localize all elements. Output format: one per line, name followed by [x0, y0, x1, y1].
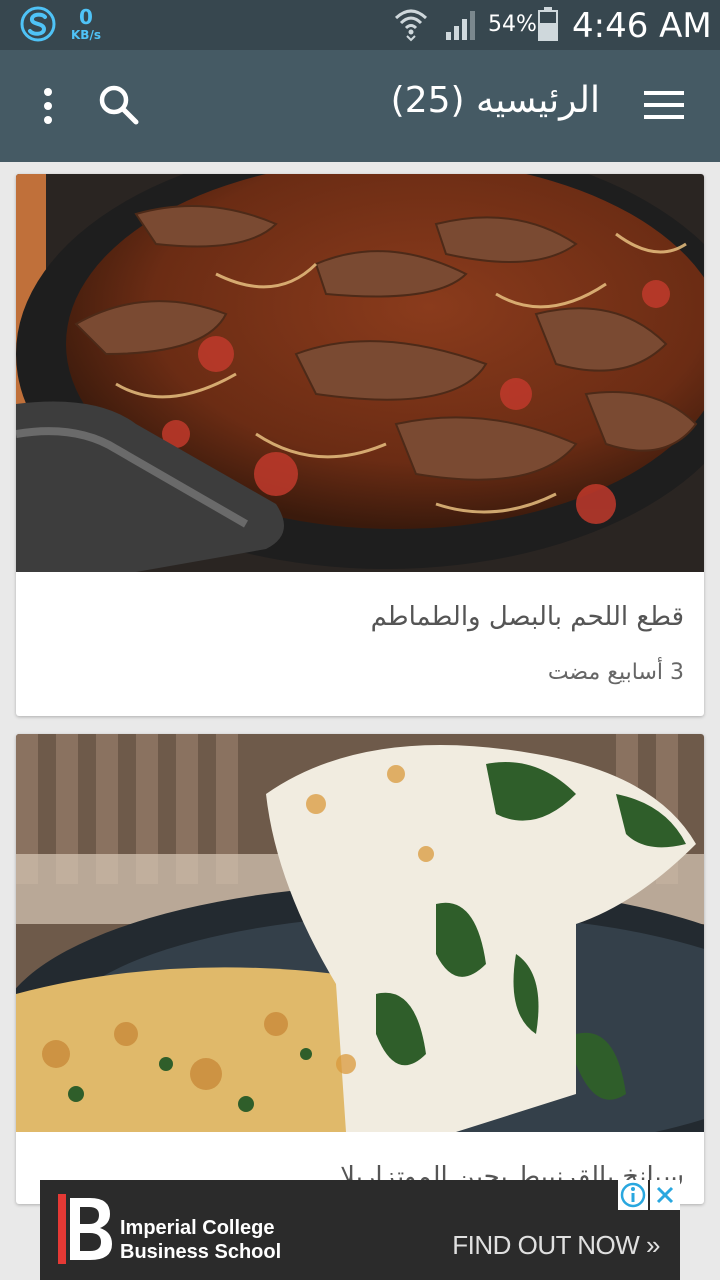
more-options-icon[interactable]	[36, 86, 60, 126]
menu-icon[interactable]	[644, 90, 684, 120]
battery-percent: 54%	[488, 12, 537, 37]
page-title: الرئيسيه (25)	[390, 80, 600, 121]
clock: 4:46 AM	[572, 6, 712, 46]
recipe-card[interactable]: قطع اللحم بالبصل والطماطم 3 أسابيع مضت	[16, 174, 704, 716]
info-icon[interactable]	[618, 1180, 648, 1210]
network-speed: 0 KB/s	[66, 6, 106, 42]
recipe-time-ago: 3 أسابيع مضت	[547, 660, 684, 685]
ad-brand-line-2: Business School	[120, 1241, 282, 1263]
ad-brand[interactable]: Imperial College Business School	[120, 1216, 281, 1264]
imperial-college-logo-icon	[58, 1194, 112, 1264]
close-icon[interactable]	[650, 1180, 680, 1210]
recipe-card[interactable]: سبانخ بالقرنبيط بجبن الموتزاريلا	[16, 734, 704, 1204]
status-bar: 0 KB/s 54% 4:46 AM	[0, 0, 720, 50]
ad-cta-button[interactable]: FIND OUT NOW »	[452, 1230, 660, 1261]
recipe-image[interactable]	[16, 734, 704, 1132]
recipe-title[interactable]: قطع اللحم بالبصل والطماطم	[371, 602, 684, 632]
battery-icon	[538, 7, 558, 41]
network-speed-unit: KB/s	[71, 28, 101, 42]
network-speed-value: 0	[79, 5, 93, 29]
recipe-image[interactable]	[16, 174, 704, 572]
cell-signal-icon	[446, 11, 475, 40]
ad-brand-line-1: Imperial College	[120, 1217, 275, 1239]
wifi-icon	[394, 9, 428, 42]
search-icon[interactable]	[98, 84, 140, 126]
speed-app-logo-icon	[20, 6, 56, 42]
app-bar: الرئيسيه (25)	[0, 50, 720, 162]
ad-cta-label: FIND OUT NOW	[452, 1230, 640, 1260]
ad-banner[interactable]: Imperial College Business School FIND OU…	[40, 1180, 680, 1280]
